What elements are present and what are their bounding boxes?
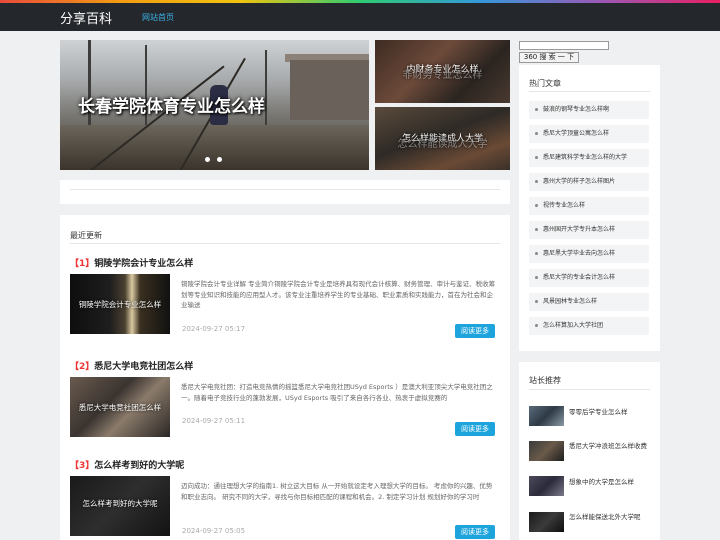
side-image-2-ghost: 怎么样能读成人大学 [397,139,488,150]
notice-divider [70,189,500,190]
hot-item-label: 风景园林专业怎么样 [543,298,598,305]
carousel-dot-2[interactable] [217,157,222,162]
bullet-icon [535,324,538,327]
post-1-title[interactable]: 【1】铜陵学院会计专业怎么样 [70,256,193,269]
hot-item[interactable]: 惠州大学的样子怎么样图片 [529,173,649,191]
bullet-icon [535,156,538,159]
carousel-bg-pole [88,40,91,135]
search-input[interactable] [519,41,609,50]
hot-item[interactable]: 悉尼大学的专业会计怎么样 [529,269,649,287]
carousel-bg-pole [265,50,267,130]
post-3-date: 2024-09-27 05:05 [182,527,246,535]
nav-home-link[interactable]: 网站首页 [142,12,174,23]
recommend-item[interactable]: 怎么样能保送北外大学呢 [569,512,653,522]
hot-item[interactable]: 怎么样算加入大学社团 [529,317,649,335]
hot-item-label: 鼓浪的钢琴专业怎么样啊 [543,106,610,113]
site-brand[interactable]: 分享百科 [60,8,112,27]
hot-section-title: 热门文章 [529,79,561,88]
hot-item-label: 惠州国开大学专升本怎么样 [543,226,616,233]
side-image-2[interactable]: 怎么样能读成人大学 怎么样能读成人大学 [375,107,510,170]
bullet-icon [535,276,538,279]
bullet-icon [535,252,538,255]
search-button[interactable]: 360 搜 索 一 下 [519,52,579,63]
hot-item[interactable]: 风景园林专业怎么样 [529,293,649,311]
hot-item[interactable]: 惠州国开大学专升本怎么样 [529,221,649,239]
bullet-icon [535,300,538,303]
carousel-dot-1[interactable] [205,157,210,162]
recommend-thumbnail[interactable] [529,406,564,426]
hot-item[interactable]: 视传专业怎么样 [529,197,649,215]
post-1-date: 2024-09-27 05:17 [182,325,246,333]
hero-carousel[interactable]: 长春学院体育专业怎么样 [60,40,369,170]
carousel-bg-ground [60,125,369,170]
post-2-date: 2024-09-27 05:11 [182,417,246,425]
hot-item[interactable]: 惠尼黑大学毕业去向怎么样 [529,245,649,263]
recommend-item[interactable]: 零零后学专业怎么样 [569,407,653,417]
hot-divider [529,91,650,92]
carousel-bg-pole [145,45,147,130]
notice-card [60,180,510,204]
post-3-read-more-button[interactable]: 阅读更多 [455,525,495,539]
bullet-icon [535,204,538,207]
post-3-title[interactable]: 【3】怎么样考到好的大学呢 [70,458,184,471]
hot-item[interactable]: 悉尼大学顶童公寓怎么样 [529,125,649,143]
recommend-item[interactable]: 想象中的大学是怎么样 [569,477,653,487]
bullet-icon [535,108,538,111]
post-3-thumbnail-caption: 怎么样考到好的大学呢 [82,499,158,508]
hot-item-label: 悉尼大学的专业会计怎么样 [543,274,616,281]
latest-divider [70,243,500,244]
recommend-item[interactable]: 悉尼大学冲浪班怎么样收费 [569,441,653,451]
hot-item-label: 惠州大学的样子怎么样图片 [543,178,616,185]
hot-item-label: 视传专业怎么样 [543,202,586,209]
carousel-caption[interactable]: 长春学院体育专业怎么样 [78,92,358,117]
bullet-icon [535,132,538,135]
hot-item-label: 悉尼大学顶童公寓怎么样 [543,130,610,137]
post-2-title[interactable]: 【2】悉尼大学电竞社团怎么样 [70,359,193,372]
bullet-icon [535,228,538,231]
post-3-title-text: 怎么样考到好的大学呢 [94,461,185,471]
recommend-divider [529,389,650,390]
hot-item-label: 怎么样算加入大学社团 [543,322,604,329]
post-3-number: 【3】 [70,461,95,471]
post-2-thumbnail-caption: 悉尼大学电竞社团怎么样 [78,403,162,412]
recommend-thumbnail[interactable] [529,512,564,532]
post-1-thumbnail[interactable]: 铜陵学院会计专业怎么样 [70,274,170,334]
post-2-thumbnail[interactable]: 悉尼大学电竞社团怎么样 [70,377,170,437]
post-1-excerpt: 铜陵学院会计专业详解 专业简介铜陵学院会计专业是培养具有现代会计核算、财务管理、… [181,280,496,309]
side-image-1[interactable]: 内财务专业怎么样 非财务专业怎么样 [375,40,510,103]
side-image-1-ghost: 非财务专业怎么样 [402,70,483,81]
post-2-excerpt: 悉尼大学电竞社团：打造电竞热情的摇篮悉尼大学电竞社团USyd Esports ）… [181,383,493,402]
post-1-read-more-button[interactable]: 阅读更多 [455,324,495,338]
recommend-thumbnail[interactable] [529,441,564,461]
post-3-thumbnail[interactable]: 怎么样考到好的大学呢 [70,476,170,536]
recommend-section-title: 站长推荐 [529,376,561,385]
post-3-excerpt: 迈向成功：通往理想大学的指南1. 树立这大目标 从一开始就设定考入理想大学的目标… [181,482,493,501]
latest-section-title: 最近更新 [70,231,102,240]
recommend-thumbnail[interactable] [529,476,564,496]
post-2-read-more-button[interactable]: 阅读更多 [455,422,495,436]
navbar: 分享百科 网站首页 [0,3,720,31]
hot-item-label: 悉尼建筑科学专业怎么样的大学 [543,154,628,161]
hot-item[interactable]: 悉尼建筑科学专业怎么样的大学 [529,149,649,167]
hot-item-label: 惠尼黑大学毕业去向怎么样 [543,250,616,257]
post-2-number: 【2】 [70,362,95,372]
hot-item[interactable]: 鼓浪的钢琴专业怎么样啊 [529,101,649,119]
post-1-title-text: 铜陵学院会计专业怎么样 [94,259,194,269]
bullet-icon [535,180,538,183]
post-2-title-text: 悉尼大学电竞社团怎么样 [94,362,194,372]
post-1-number: 【1】 [70,259,95,269]
post-1-thumbnail-caption: 铜陵学院会计专业怎么样 [78,300,162,309]
